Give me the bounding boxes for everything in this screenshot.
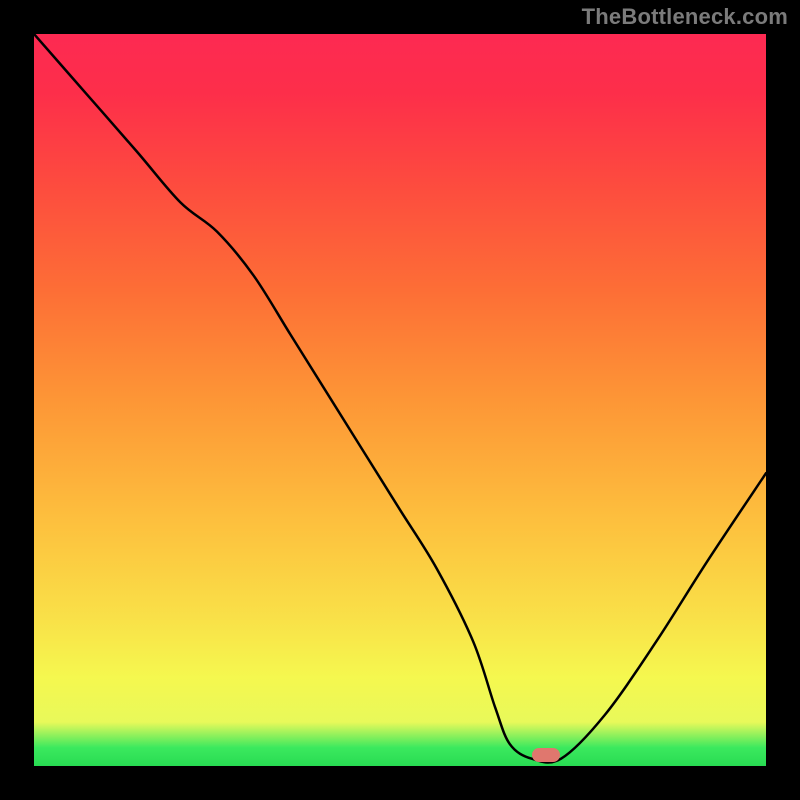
watermark-text: TheBottleneck.com	[582, 4, 788, 30]
bottleneck-curve	[34, 34, 766, 766]
plot-area	[34, 34, 766, 766]
chart-frame: TheBottleneck.com	[0, 0, 800, 800]
target-marker	[532, 748, 560, 762]
